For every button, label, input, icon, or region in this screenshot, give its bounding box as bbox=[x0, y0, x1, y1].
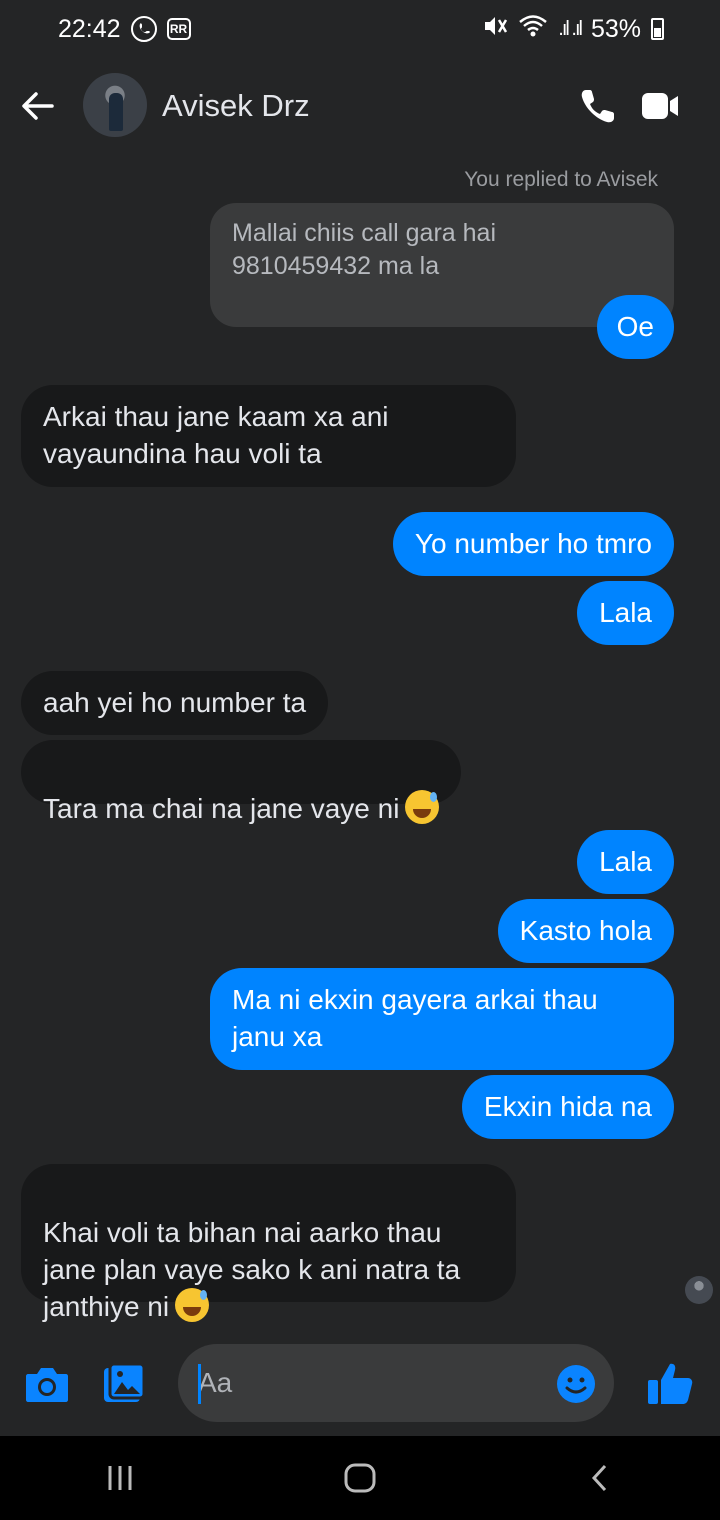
battery-percentage: 53% bbox=[590, 14, 641, 43]
home-button[interactable] bbox=[330, 1448, 390, 1508]
seen-receipt-avatar bbox=[685, 1276, 713, 1304]
status-time: 22:42 bbox=[58, 14, 121, 43]
message-text: Khai voli ta bihan nai aarko thau jane p… bbox=[43, 1217, 461, 1322]
signal-icon: .ıl .ıl bbox=[558, 17, 583, 40]
status-right: .ıl .ıl 53% bbox=[482, 14, 664, 45]
message-bubble-incoming[interactable]: Khai voli ta bihan nai aarko thau jane p… bbox=[21, 1164, 516, 1322]
chevron-left-icon bbox=[591, 1464, 607, 1492]
message-bubble-outgoing[interactable]: Ekxin hida na bbox=[461, 1075, 674, 1139]
message-bubble-outgoing[interactable]: Yo number ho tmro bbox=[392, 512, 674, 576]
recent-apps-icon bbox=[108, 1466, 132, 1490]
message-bubble-outgoing[interactable]: Kasto hola bbox=[497, 899, 674, 963]
arrow-left-icon bbox=[22, 92, 54, 120]
voice-call-button[interactable] bbox=[578, 86, 618, 126]
message-input[interactable] bbox=[178, 1344, 614, 1422]
battery-icon bbox=[651, 18, 664, 40]
wifi-icon bbox=[518, 14, 548, 45]
message-bubble-outgoing[interactable]: Ma ni ekxin gayera arkai thau janu xa bbox=[210, 968, 674, 1070]
camera-icon bbox=[26, 1368, 68, 1402]
thumbs-up-icon bbox=[648, 1363, 693, 1404]
mute-icon bbox=[482, 14, 508, 45]
system-back-button[interactable] bbox=[570, 1448, 630, 1508]
reply-context-label: You replied to Avisek bbox=[464, 168, 658, 191]
back-button[interactable] bbox=[18, 86, 58, 126]
emoji-button[interactable] bbox=[556, 1364, 596, 1404]
rr-notification-icon: RR bbox=[166, 18, 191, 40]
phone-icon bbox=[581, 90, 614, 123]
viber-notification-icon bbox=[130, 16, 157, 42]
recent-apps-button[interactable] bbox=[90, 1448, 150, 1508]
message-bubble-outgoing[interactable]: Lala bbox=[577, 581, 674, 645]
like-button[interactable] bbox=[646, 1360, 694, 1408]
status-bar: 22:42 RR .ıl .ıl 53% bbox=[0, 0, 720, 58]
message-text: Tara ma chai na jane vaye ni bbox=[43, 793, 400, 824]
video-camera-icon bbox=[642, 93, 678, 119]
gallery-button[interactable] bbox=[102, 1362, 146, 1406]
message-bubble-incoming[interactable]: Tara ma chai na jane vaye ni bbox=[21, 740, 462, 824]
camera-button[interactable] bbox=[24, 1364, 70, 1404]
contact-name[interactable]: Avisek Drz bbox=[162, 88, 310, 124]
message-bubble-outgoing[interactable]: Lala bbox=[577, 830, 674, 894]
image-icon bbox=[104, 1362, 146, 1402]
system-navigation-bar bbox=[0, 1436, 720, 1520]
conversation-header: Avisek Drz bbox=[0, 62, 720, 152]
contact-avatar[interactable] bbox=[83, 73, 147, 137]
message-bubble-outgoing[interactable]: Oe bbox=[596, 295, 674, 359]
smiley-icon bbox=[557, 1365, 595, 1403]
status-left: 22:42 RR bbox=[58, 15, 191, 44]
message-bubble-incoming[interactable]: Arkai thau jane kaam xa ani vayaundina h… bbox=[21, 385, 516, 487]
video-call-button[interactable] bbox=[640, 89, 680, 123]
grinning-sweat-emoji-icon bbox=[405, 790, 440, 824]
text-cursor bbox=[198, 1364, 201, 1404]
message-composer bbox=[0, 1340, 720, 1430]
grinning-sweat-emoji-icon bbox=[175, 1288, 210, 1322]
message-bubble-incoming[interactable]: aah yei ho number ta bbox=[21, 671, 329, 735]
home-icon bbox=[344, 1463, 376, 1493]
